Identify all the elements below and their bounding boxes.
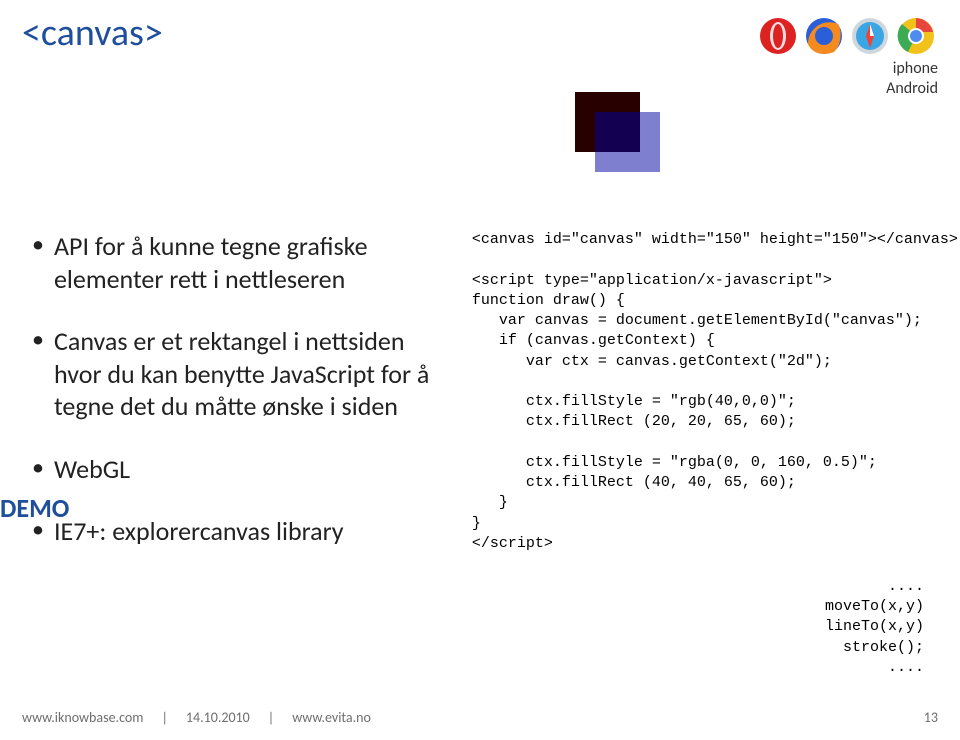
footer-site-2: www.evita.no xyxy=(292,709,371,726)
iphone-label: iphone xyxy=(756,60,938,78)
canvas-rect-blue xyxy=(595,112,660,172)
android-label: Android xyxy=(756,80,938,98)
footer: www.iknowbase.com | 14.10.2010 | www.evi… xyxy=(22,709,938,726)
footer-site-1: www.iknowbase.com xyxy=(22,709,143,726)
code-block: <canvas id="canvas" width="150" height="… xyxy=(472,230,940,554)
bullet-list: API for å kunne tegne grafiske elementer… xyxy=(32,230,458,548)
browser-icons xyxy=(756,14,938,58)
list-item: IE7+: explorercanvas library xyxy=(32,515,458,548)
opera-icon xyxy=(756,14,800,58)
canvas-demo xyxy=(555,72,705,222)
firefox-icon xyxy=(802,14,846,58)
footer-date: 14.10.2010 xyxy=(186,709,250,726)
demo-label: DEMO xyxy=(0,492,69,524)
footer-separator: | xyxy=(268,709,274,726)
page-title: <canvas> xyxy=(22,14,163,52)
list-item: Canvas er et rektangel i nettsiden hvor … xyxy=(32,325,458,423)
list-item: WebGL xyxy=(32,453,458,486)
safari-icon xyxy=(848,14,892,58)
list-item: API for å kunne tegne grafiske elementer… xyxy=(32,230,458,295)
chrome-icon xyxy=(894,14,938,58)
footer-separator: | xyxy=(161,709,167,726)
footer-page: 13 xyxy=(924,709,938,726)
code-suffix: .... moveTo(x,y) lineTo(x,y) stroke(); .… xyxy=(825,577,924,678)
